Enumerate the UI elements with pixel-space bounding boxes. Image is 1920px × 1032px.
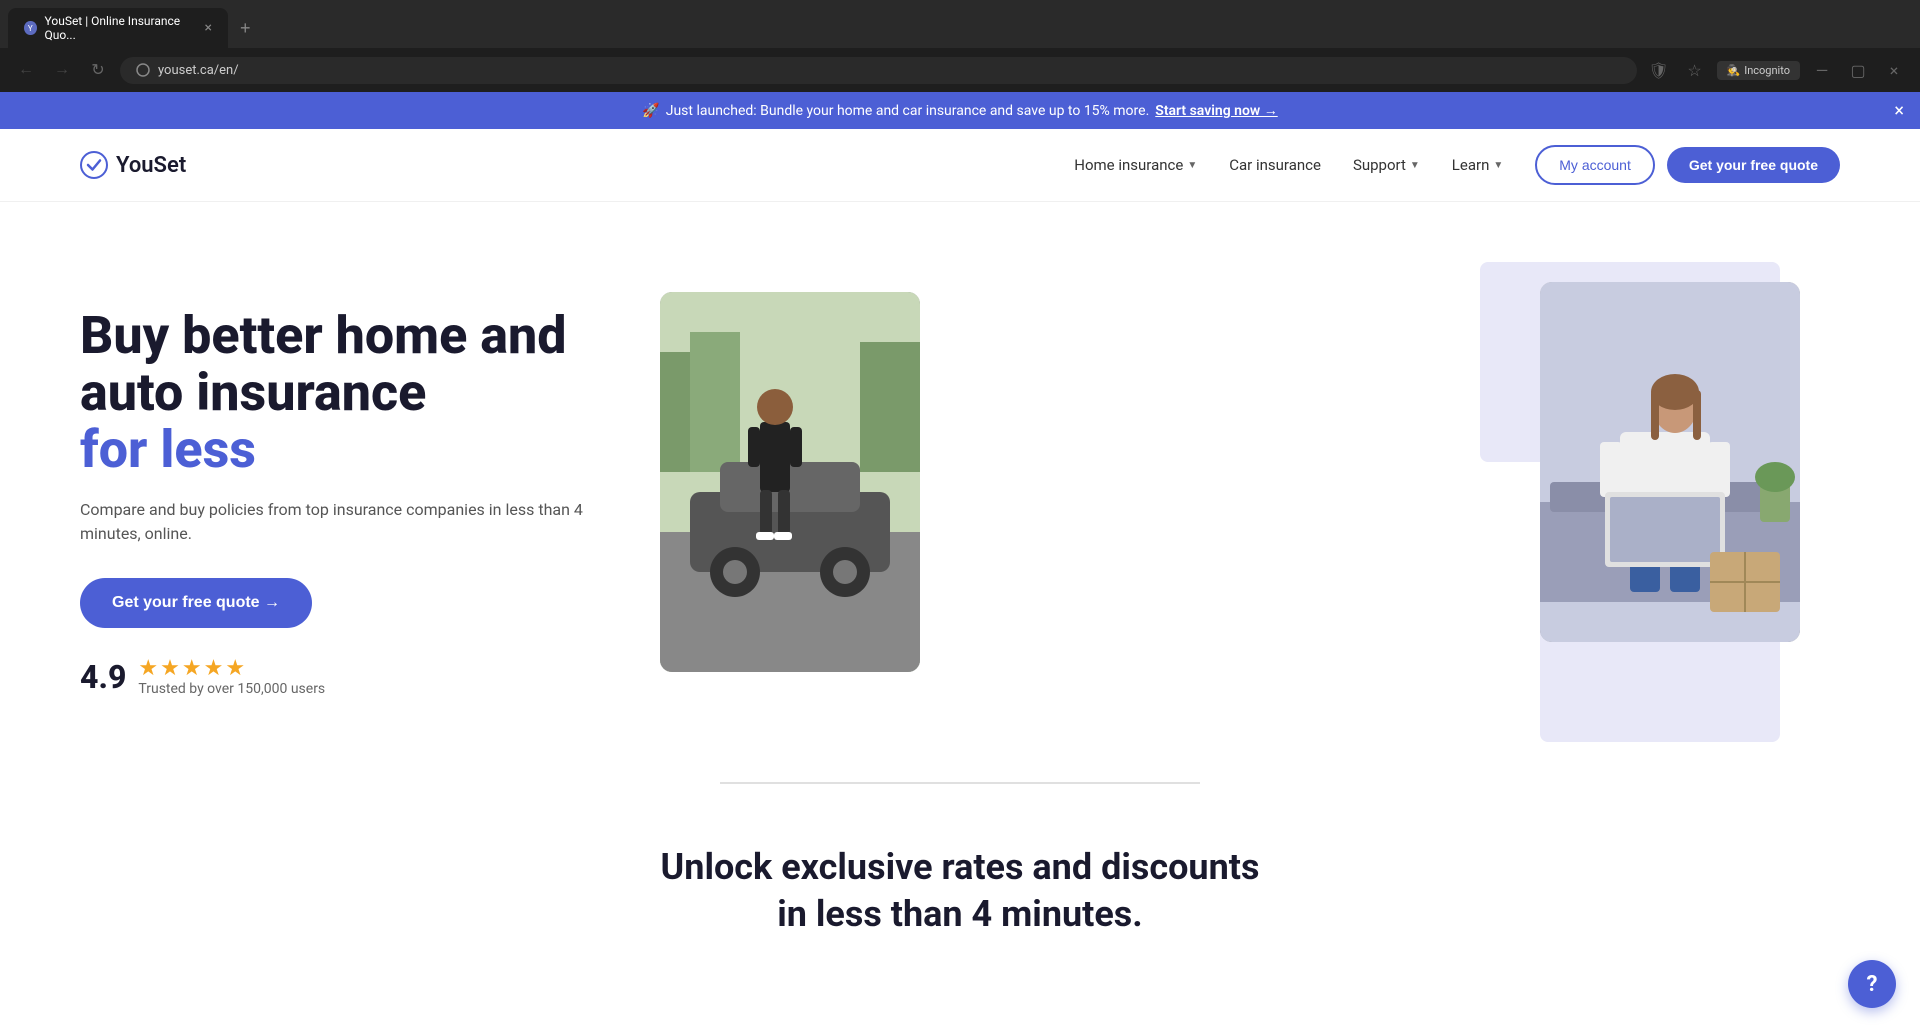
shield-icon: 🛡: [1645, 56, 1673, 84]
learn-dropdown-arrow: ▼: [1493, 160, 1503, 171]
forward-button[interactable]: →: [48, 56, 76, 84]
promo-banner: 🚀 Just launched: Bundle your home and ca…: [0, 92, 1920, 129]
hero-title-line1: Buy better home and: [80, 305, 566, 366]
browser-tabs: Y YouSet | Online Insurance Quo... × +: [0, 0, 1920, 48]
toolbar-icons: 🛡 ☆ 🕵 Incognito — ▢ ×: [1645, 56, 1909, 84]
nav-support[interactable]: Support ▼: [1353, 156, 1420, 174]
nav-car-insurance-label: Car insurance: [1229, 156, 1321, 174]
nav-support-label: Support: [1353, 156, 1406, 174]
banner-text: Just launched: Bundle your home and car …: [666, 103, 1150, 119]
rating-section: 4.9 ★ ★ ★ ★ ★ Trusted by over 150,000 us…: [80, 656, 640, 697]
section-unlock: Unlock exclusive rates and discounts in …: [0, 784, 1920, 998]
star-4: ★: [204, 656, 224, 681]
tab-title: YouSet | Online Insurance Quo...: [45, 14, 197, 42]
car-scene-svg: [660, 292, 920, 672]
incognito-label: Incognito: [1744, 64, 1790, 77]
browser-chrome: Y YouSet | Online Insurance Quo... × + ←…: [0, 0, 1920, 92]
my-account-button[interactable]: My account: [1535, 145, 1655, 185]
star-3: ★: [182, 656, 202, 681]
nav-car-insurance[interactable]: Car insurance: [1229, 156, 1321, 174]
website: 🚀 Just launched: Bundle your home and ca…: [0, 92, 1920, 998]
section-unlock-title: Unlock exclusive rates and discounts in …: [660, 844, 1260, 938]
lock-icon: [136, 63, 150, 77]
hero-content: Buy better home and auto insurance for l…: [80, 307, 640, 698]
nav-home-insurance-label: Home insurance: [1074, 156, 1183, 174]
url-display: youset.ca/en/: [158, 63, 239, 78]
star-5: ★: [225, 656, 245, 681]
incognito-icon: 🕵: [1727, 64, 1741, 77]
logo-icon: [80, 151, 108, 179]
address-bar[interactable]: youset.ca/en/: [120, 57, 1637, 84]
help-button[interactable]: ?: [1848, 960, 1896, 1008]
star-2: ★: [160, 656, 180, 681]
back-button[interactable]: ←: [12, 56, 40, 84]
nav-home-insurance[interactable]: Home insurance ▼: [1074, 156, 1197, 174]
logo-text: YouSet: [116, 153, 186, 178]
star-rating: ★ ★ ★ ★ ★: [138, 656, 325, 681]
hero-woman-image: [1540, 282, 1800, 642]
bookmark-star-icon[interactable]: ☆: [1681, 56, 1709, 84]
logo[interactable]: YouSet: [80, 151, 186, 179]
nav-learn[interactable]: Learn ▼: [1452, 156, 1503, 174]
nav-actions: My account Get your free quote: [1535, 145, 1840, 185]
navbar: YouSet Home insurance ▼ Car insurance Su…: [0, 129, 1920, 202]
support-dropdown-arrow: ▼: [1410, 160, 1420, 171]
hero-section: Buy better home and auto insurance for l…: [0, 202, 1920, 782]
rating-block: ★ ★ ★ ★ ★ Trusted by over 150,000 users: [138, 656, 325, 697]
new-tab-button[interactable]: +: [232, 14, 259, 43]
nav-links: Home insurance ▼ Car insurance Support ▼…: [1074, 156, 1503, 174]
hero-title-line2: auto insurance: [80, 362, 426, 423]
tab-favicon: Y: [24, 21, 37, 35]
banner-cta-link[interactable]: Start saving now →: [1155, 102, 1277, 119]
banner-close-button[interactable]: ×: [1894, 100, 1904, 121]
hero-images: [640, 262, 1840, 742]
rating-number: 4.9: [80, 658, 126, 696]
browser-toolbar: ← → ↻ youset.ca/en/ 🛡 ☆ 🕵 Incognito — ▢ …: [0, 48, 1920, 92]
banner-emoji: 🚀: [642, 103, 659, 119]
home-insurance-dropdown-arrow: ▼: [1187, 160, 1197, 171]
incognito-badge: 🕵 Incognito: [1717, 61, 1801, 80]
help-icon: ?: [1867, 972, 1878, 997]
get-quote-button-nav[interactable]: Get your free quote: [1667, 147, 1840, 183]
nav-learn-label: Learn: [1452, 156, 1490, 174]
close-window-button[interactable]: ×: [1880, 56, 1908, 84]
minimize-button[interactable]: —: [1808, 56, 1836, 84]
rating-trust-text: Trusted by over 150,000 users: [138, 681, 325, 697]
woman-scene-svg: [1540, 282, 1800, 642]
active-tab[interactable]: Y YouSet | Online Insurance Quo... ×: [8, 8, 228, 48]
reload-button[interactable]: ↻: [84, 56, 112, 84]
hero-title-highlight: for less: [80, 419, 256, 480]
star-1: ★: [138, 656, 158, 681]
tab-close-button[interactable]: ×: [205, 20, 212, 36]
hero-car-image: [660, 292, 920, 672]
hero-description: Compare and buy policies from top insura…: [80, 498, 640, 546]
maximize-button[interactable]: ▢: [1844, 56, 1872, 84]
hero-title: Buy better home and auto insurance for l…: [80, 307, 640, 479]
get-quote-button-hero[interactable]: Get your free quote →: [80, 578, 312, 628]
